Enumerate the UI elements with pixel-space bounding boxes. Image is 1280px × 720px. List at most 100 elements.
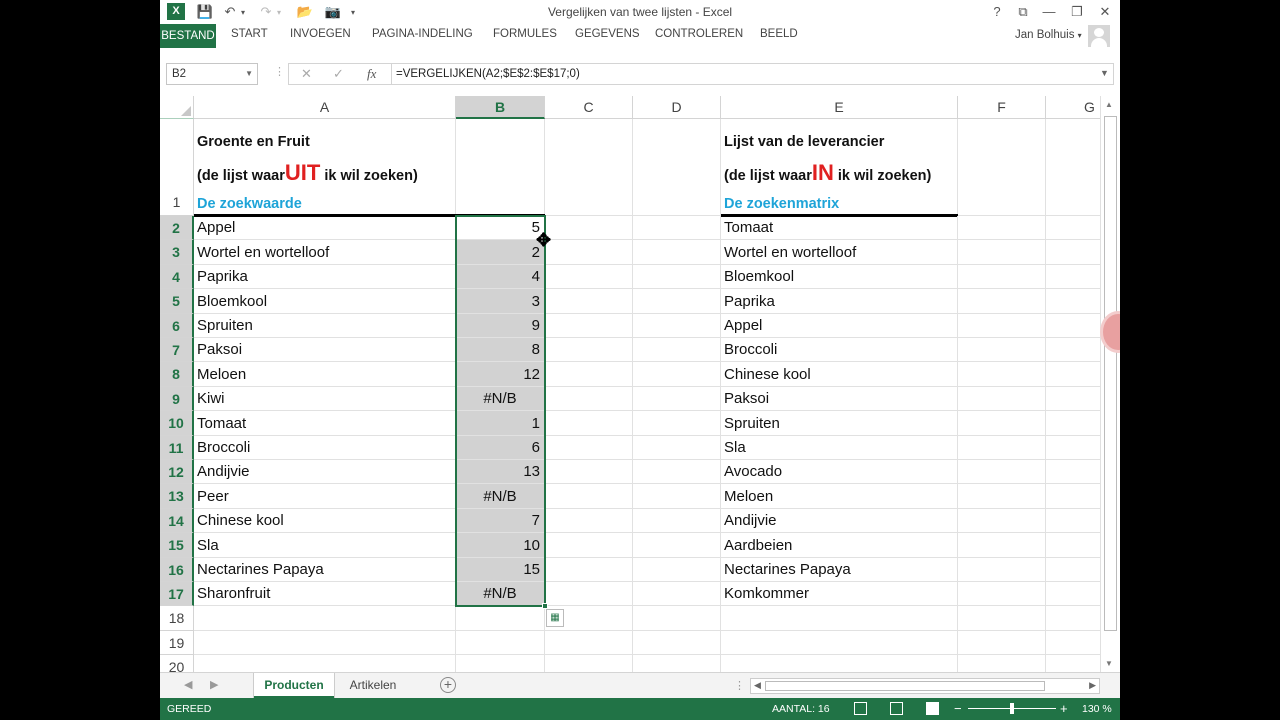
cell-c7[interactable]: [545, 338, 633, 362]
cell-d4[interactable]: [633, 265, 721, 289]
cell-e19[interactable]: [721, 631, 958, 655]
cell-e10[interactable]: Spruiten: [721, 411, 958, 436]
cell-b11[interactable]: 6: [456, 436, 545, 460]
cell-f8[interactable]: [958, 362, 1046, 387]
cell-a19[interactable]: [194, 631, 456, 655]
cell-b6[interactable]: 9: [456, 314, 545, 338]
horizontal-scroll-thumb[interactable]: [765, 681, 1045, 691]
cell-b16[interactable]: 15: [456, 558, 545, 582]
row-header-15[interactable]: 15: [160, 533, 194, 558]
cell-f3[interactable]: [958, 240, 1046, 265]
cell-d19[interactable]: [633, 631, 721, 655]
cell-a6[interactable]: Spruiten: [194, 314, 456, 338]
column-header-b[interactable]: B: [456, 96, 545, 119]
row-header-20[interactable]: 20: [160, 655, 194, 672]
cell-c2[interactable]: [545, 216, 633, 240]
scroll-left-icon[interactable]: ◀: [754, 680, 761, 691]
cell-a17[interactable]: Sharonfruit: [194, 582, 456, 606]
cell-c12[interactable]: [545, 460, 633, 484]
cell-c9[interactable]: [545, 387, 633, 411]
cell-a7[interactable]: Paksoi: [194, 338, 456, 362]
vertical-scrollbar[interactable]: ▲ ▼: [1100, 96, 1120, 672]
row-header-17[interactable]: 17: [160, 582, 194, 606]
cell-a13[interactable]: Peer: [194, 484, 456, 509]
cell-f14[interactable]: [958, 509, 1046, 533]
cell-d5[interactable]: [633, 289, 721, 314]
cell-f13[interactable]: [958, 484, 1046, 509]
cell-f2[interactable]: [958, 216, 1046, 240]
cell-a16[interactable]: Nectarines Papaya: [194, 558, 456, 582]
scroll-up-icon[interactable]: ▲: [1105, 100, 1113, 109]
cell-e3[interactable]: Wortel en wortelloof: [721, 240, 958, 265]
cell-g8[interactable]: [1046, 362, 1100, 387]
column-header-f[interactable]: F: [958, 96, 1046, 119]
cell-c17[interactable]: [545, 582, 633, 606]
row-header-10[interactable]: 10: [160, 411, 194, 436]
cell-c8[interactable]: [545, 362, 633, 387]
close-button[interactable]: ✕: [1092, 2, 1118, 22]
cell-b4[interactable]: 4: [456, 265, 545, 289]
cell-g1[interactable]: [1046, 119, 1100, 216]
cell-g14[interactable]: [1046, 509, 1100, 533]
row-header-18[interactable]: 18: [160, 606, 194, 631]
cell-e15[interactable]: Aardbeien: [721, 533, 958, 558]
cell-g7[interactable]: [1046, 338, 1100, 362]
cell-b12[interactable]: 13: [456, 460, 545, 484]
cell-d11[interactable]: [633, 436, 721, 460]
cell-e13[interactable]: Meloen: [721, 484, 958, 509]
help-button[interactable]: ?: [984, 2, 1010, 22]
cell-a9[interactable]: Kiwi: [194, 387, 456, 411]
cell-e18[interactable]: [721, 606, 958, 631]
cell-b1[interactable]: [456, 119, 545, 216]
tab-split-handle-icon[interactable]: ⋮: [734, 679, 745, 692]
cell-f9[interactable]: [958, 387, 1046, 411]
column-header-a[interactable]: A: [194, 96, 456, 119]
cell-c20[interactable]: [545, 655, 633, 672]
cell-c14[interactable]: [545, 509, 633, 533]
row-header-13[interactable]: 13: [160, 484, 194, 509]
cell-g20[interactable]: [1046, 655, 1100, 672]
cell-f17[interactable]: [958, 582, 1046, 606]
cell-g5[interactable]: [1046, 289, 1100, 314]
cell-d9[interactable]: [633, 387, 721, 411]
cell-g2[interactable]: [1046, 216, 1100, 240]
cell-e5[interactable]: Paprika: [721, 289, 958, 314]
cell-b5[interactable]: 3: [456, 289, 545, 314]
cell-c5[interactable]: [545, 289, 633, 314]
add-sheet-icon[interactable]: +: [440, 677, 456, 693]
cell-a11[interactable]: Broccoli: [194, 436, 456, 460]
row-header-19[interactable]: 19: [160, 631, 194, 655]
cell-e6[interactable]: Appel: [721, 314, 958, 338]
cell-c13[interactable]: [545, 484, 633, 509]
zoom-out-button[interactable]: −: [954, 701, 962, 716]
cell-g12[interactable]: [1046, 460, 1100, 484]
cell-b13[interactable]: #N/B: [456, 484, 545, 509]
cell-e12[interactable]: Avocado: [721, 460, 958, 484]
tab-gegevens[interactable]: GEGEVENS: [575, 28, 640, 40]
cell-g18[interactable]: [1046, 606, 1100, 631]
cell-d16[interactable]: [633, 558, 721, 582]
cell-d10[interactable]: [633, 411, 721, 436]
enter-icon[interactable]: ✓: [333, 66, 344, 82]
cell-e9[interactable]: Paksoi: [721, 387, 958, 411]
row-header-12[interactable]: 12: [160, 460, 194, 484]
scroll-right-icon[interactable]: ▶: [1089, 680, 1096, 691]
cell-c11[interactable]: [545, 436, 633, 460]
sheet-nav-right-icon[interactable]: ▶: [210, 678, 218, 691]
cell-a3[interactable]: Wortel en wortelloof: [194, 240, 456, 265]
cell-f4[interactable]: [958, 265, 1046, 289]
cell-e20[interactable]: [721, 655, 958, 672]
cell-a2[interactable]: Appel: [194, 216, 456, 240]
row-header-2[interactable]: 2: [160, 216, 194, 240]
cell-c16[interactable]: [545, 558, 633, 582]
cell-d1[interactable]: [633, 119, 721, 216]
cell-d13[interactable]: [633, 484, 721, 509]
zoom-slider-thumb[interactable]: [1010, 703, 1014, 714]
sheet-tab-artikelen[interactable]: Artikelen: [340, 673, 406, 698]
cell-g13[interactable]: [1046, 484, 1100, 509]
cell-f1[interactable]: [958, 119, 1046, 216]
cell-a20[interactable]: [194, 655, 456, 672]
cell-d2[interactable]: [633, 216, 721, 240]
cell-e1[interactable]: Lijst van de leverancier (de lijst waarI…: [721, 119, 958, 216]
cell-f15[interactable]: [958, 533, 1046, 558]
